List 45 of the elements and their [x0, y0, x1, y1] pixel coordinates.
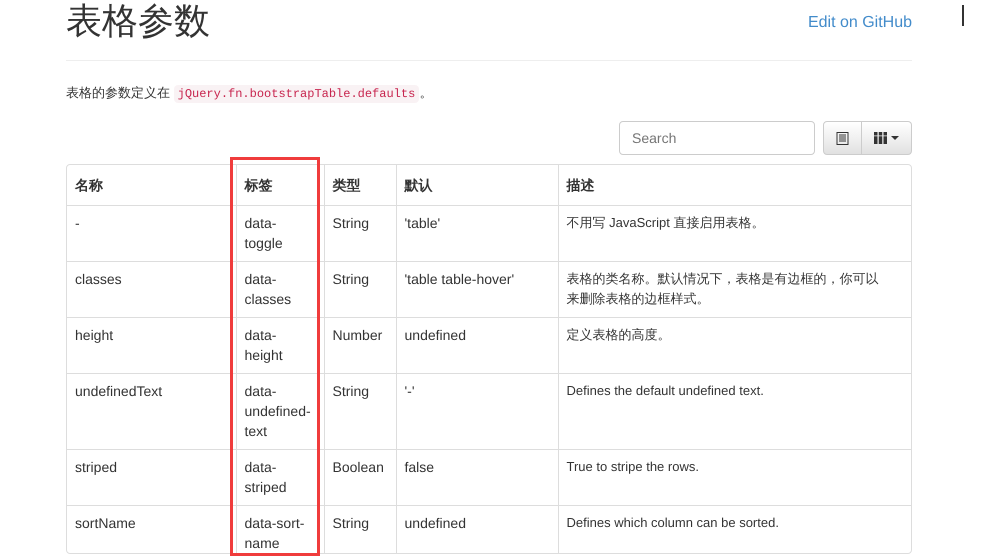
search-field[interactable]: Search — [619, 121, 815, 155]
default-cell: '-' — [396, 374, 558, 450]
default-cell: undefined — [396, 318, 558, 374]
tag-cell: data-undefined-text — [236, 374, 324, 450]
type-cell: Boolean — [324, 450, 396, 506]
name-cell: classes — [67, 262, 236, 318]
column-header: 标签 — [236, 165, 324, 206]
name-cell: striped — [67, 450, 236, 506]
name-cell: - — [67, 206, 236, 262]
column-header: 类型 — [324, 165, 396, 206]
default-cell: false — [396, 450, 558, 506]
caret-icon — [891, 136, 899, 140]
column-header: 默认 — [396, 165, 558, 206]
type-cell: Number — [324, 318, 396, 374]
description-text: 定义表格的高度。 — [566, 326, 670, 344]
list-icon — [836, 132, 849, 144]
columns-icon — [874, 132, 887, 144]
description-text: 不用写 JavaScript 直接启用表格。 — [566, 214, 764, 232]
description-text: True to stripe the rows. — [566, 458, 699, 476]
tag-cell: data-classes — [236, 262, 324, 318]
column-header: 描述 — [558, 165, 911, 206]
type-cell: String — [324, 506, 396, 553]
name-cell: sortName — [67, 506, 236, 553]
column-header: 名称 — [67, 165, 236, 206]
name-cell: height — [67, 318, 236, 374]
tag-cell: data-striped — [236, 450, 324, 506]
tag-cell: data-height — [236, 318, 324, 374]
default-cell: 'table' — [396, 206, 558, 262]
columns-dropdown-button[interactable] — [862, 121, 912, 155]
default-cell: undefined — [396, 506, 558, 553]
description-text: Defines the default undefined text. — [566, 382, 764, 400]
type-cell: String — [324, 374, 396, 450]
type-cell: String — [324, 262, 396, 318]
tag-cell: data-toggle — [236, 206, 324, 262]
type-cell: String — [324, 206, 396, 262]
tag-cell: data-sort-name — [236, 506, 324, 553]
description-text: 来删除表格的边框样式。 — [566, 290, 710, 308]
description-text: 表格的类名称。默认情况下，表格是有边框的，你可以 — [566, 270, 878, 288]
page-title: 表格参数 — [66, 0, 210, 44]
text-cursor-icon — [962, 5, 964, 26]
list-view-button[interactable] — [823, 121, 862, 155]
edit-on-github-link[interactable]: Edit on GitHub — [808, 11, 912, 35]
default-cell: 'table table-hover' — [396, 262, 558, 318]
name-cell: undefinedText — [67, 374, 236, 450]
description-text: Defines which column can be sorted. — [566, 514, 779, 532]
